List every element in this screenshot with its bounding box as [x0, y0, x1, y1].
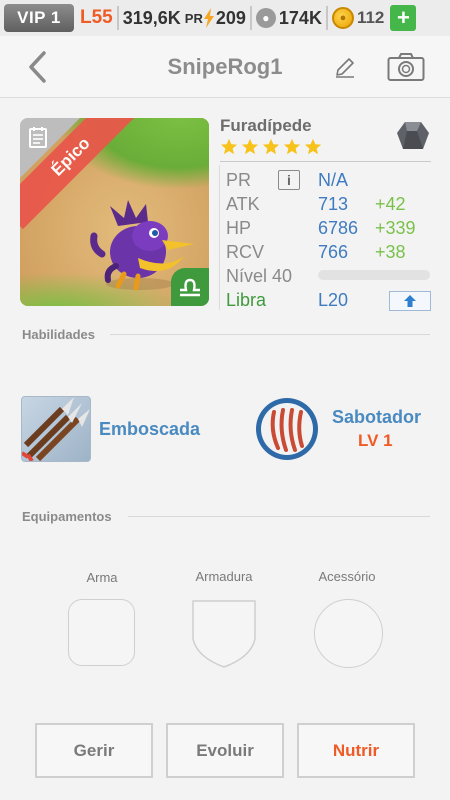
element-stone-icon[interactable]	[395, 119, 431, 153]
weapon-label: Arma	[86, 570, 118, 585]
zodiac-level: L20	[318, 290, 349, 310]
add-gold-button[interactable]: +	[390, 5, 417, 31]
weapon-slot[interactable]	[68, 599, 135, 666]
hp-value: 6786	[318, 218, 359, 238]
arrows-icon	[22, 397, 90, 461]
divider	[219, 165, 220, 310]
pr-info-button[interactable]: i	[278, 170, 300, 190]
level-progress-bar	[318, 270, 430, 280]
rcv-bonus: +38	[375, 242, 406, 262]
food-icon: ●	[255, 8, 276, 28]
ambush-skill-icon[interactable]	[21, 396, 91, 462]
food-value: 174K	[278, 7, 322, 28]
star-rating	[220, 138, 322, 156]
zodiac-label: Libra	[226, 290, 267, 310]
skill-name[interactable]: Emboscada	[99, 419, 200, 440]
accessory-slot[interactable]	[314, 599, 383, 668]
energy-value: 209	[215, 7, 246, 28]
skills-section-title: Habilidades	[22, 327, 95, 342]
armor-slot[interactable]	[191, 599, 257, 669]
rcv-label: RCV	[226, 242, 265, 262]
status-bar: VIP 1 L55 319,6K PR 209 ● 174K ● 112 +	[0, 0, 450, 36]
vip-badge[interactable]: VIP 1	[4, 4, 74, 32]
gold-coin-icon: ●	[331, 7, 354, 29]
energy-counter: 209	[203, 8, 246, 29]
zodiac-upgrade-button[interactable]	[389, 291, 431, 311]
player-level: L55	[80, 7, 113, 28]
divider	[249, 6, 252, 30]
header: SnipeRog1	[0, 36, 450, 98]
dragon-name: Furadípede	[220, 116, 312, 135]
star-icon	[220, 138, 238, 155]
star-icon	[262, 138, 280, 155]
divider	[116, 6, 119, 30]
hp-label: HP	[226, 218, 252, 238]
page-title: SnipeRog1	[167, 54, 283, 79]
divider	[220, 161, 431, 162]
claw-skill-icon[interactable]	[254, 396, 320, 462]
power-value: 319,6K	[122, 7, 181, 28]
star-icon	[283, 138, 301, 155]
manage-button[interactable]: Gerir	[35, 723, 153, 778]
hp-bonus: +339	[375, 218, 416, 238]
bolt-icon	[203, 8, 214, 28]
armor-label: Armadura	[195, 569, 253, 584]
divider	[128, 516, 430, 517]
star-icon	[241, 138, 259, 155]
pencil-edit-icon[interactable]	[334, 56, 356, 78]
star-icon	[304, 138, 322, 155]
atk-value: 713	[318, 194, 349, 214]
camera-icon[interactable]	[387, 52, 425, 82]
atk-bonus: +42	[375, 194, 406, 214]
equipment-section-title: Equipamentos	[22, 509, 112, 524]
zodiac-badge	[171, 268, 209, 306]
divider	[325, 6, 328, 30]
rcv-value: 766	[318, 242, 349, 262]
atk-label: ATK	[226, 194, 260, 214]
level-label: Nível 40	[226, 266, 293, 286]
divider	[110, 334, 430, 335]
accessory-label: Acessório	[318, 569, 376, 584]
pr-value: N/A	[318, 170, 349, 190]
arrow-up-icon	[404, 295, 416, 307]
notes-icon[interactable]	[28, 126, 48, 148]
pr-label: PR	[226, 170, 252, 190]
libra-icon	[180, 278, 200, 297]
feed-button[interactable]: Nutrir	[297, 723, 415, 778]
skill-level: LV 1	[358, 431, 393, 450]
power-label: PR	[184, 10, 203, 26]
skill-name[interactable]: Sabotador	[332, 407, 421, 428]
gold-value: 112	[356, 8, 385, 27]
dragon-portrait[interactable]: Épico	[20, 118, 209, 306]
evolve-button[interactable]: Evoluir	[166, 723, 284, 778]
